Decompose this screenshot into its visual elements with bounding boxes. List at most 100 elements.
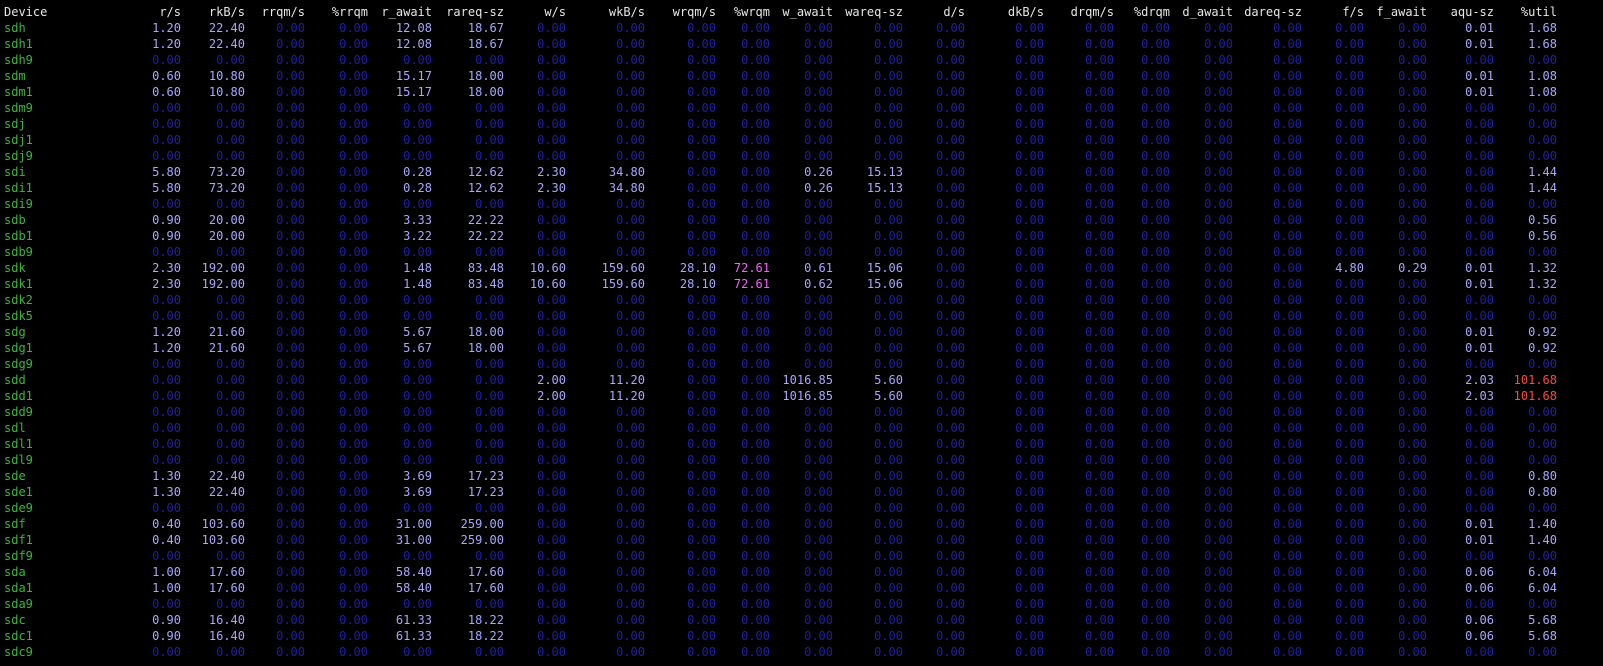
cell-drqm-per-s: 0.00 bbox=[1085, 581, 1114, 595]
cell-d-await: 0.00 bbox=[1204, 213, 1233, 227]
cell-d-await: 0.00 bbox=[1204, 581, 1233, 595]
cell-f-per-s: 0.00 bbox=[1335, 149, 1364, 163]
cell-w-per-s: 0.00 bbox=[537, 133, 566, 147]
cell-pct-wrqm: 72.61 bbox=[733, 261, 770, 275]
cell-w-per-s: 0.00 bbox=[537, 21, 566, 35]
device-name: sdi bbox=[4, 165, 26, 179]
cell-d-per-s: 0.00 bbox=[936, 421, 965, 435]
cell-rareq-sz: 0.00 bbox=[475, 549, 504, 563]
cell-d-per-s: 0.00 bbox=[936, 277, 965, 291]
cell-rareq-sz: 0.00 bbox=[475, 501, 504, 515]
cell-aqu-sz: 0.01 bbox=[1465, 69, 1494, 83]
cell-pct-wrqm: 0.00 bbox=[741, 373, 770, 387]
header-wareq-sz: wareq-sz bbox=[845, 5, 903, 19]
cell-wkb-per-s: 0.00 bbox=[616, 101, 645, 115]
cell-d-await: 0.00 bbox=[1204, 117, 1233, 131]
cell-w-await: 0.00 bbox=[804, 101, 833, 115]
cell-rkb-per-s: 0.00 bbox=[216, 293, 245, 307]
cell-wkb-per-s: 0.00 bbox=[616, 117, 645, 131]
cell-f-await: 0.00 bbox=[1398, 69, 1427, 83]
cell-w-await: 0.61 bbox=[804, 261, 833, 275]
cell-rareq-sz: 22.22 bbox=[467, 229, 504, 243]
header-pct-drqm: %drqm bbox=[1133, 5, 1170, 19]
cell-pct-drqm: 0.00 bbox=[1141, 309, 1170, 323]
cell-w-per-s: 2.30 bbox=[537, 181, 566, 195]
cell-rkb-per-s: 0.00 bbox=[216, 53, 245, 67]
cell-pct-wrqm: 0.00 bbox=[741, 485, 770, 499]
cell-d-per-s: 0.00 bbox=[936, 453, 965, 467]
cell-d-await: 0.00 bbox=[1204, 149, 1233, 163]
cell-dareq-sz: 0.00 bbox=[1273, 133, 1302, 147]
cell-w-await: 0.00 bbox=[804, 469, 833, 483]
cell-pct-rrqm: 0.00 bbox=[339, 325, 368, 339]
cell-dkb-per-s: 0.00 bbox=[1015, 117, 1044, 131]
cell-r-per-s: 2.30 bbox=[152, 261, 181, 275]
cell-wrqm-per-s: 0.00 bbox=[687, 453, 716, 467]
cell-f-await: 0.00 bbox=[1398, 213, 1427, 227]
cell-r-await: 15.17 bbox=[395, 69, 432, 83]
cell-pct-drqm: 0.00 bbox=[1141, 37, 1170, 51]
cell-pct-rrqm: 0.00 bbox=[339, 645, 368, 659]
cell-wrqm-per-s: 28.10 bbox=[679, 261, 716, 275]
cell-w-await: 0.00 bbox=[804, 549, 833, 563]
cell-r-per-s: 0.00 bbox=[152, 501, 181, 515]
device-row: sdm1 0.60 10.80 0.00 0.00 15.17 18.00 0.00 0.00 0… bbox=[0, 84, 1603, 100]
cell-pct-drqm: 0.00 bbox=[1141, 533, 1170, 547]
cell-rkb-per-s: 0.00 bbox=[216, 597, 245, 611]
cell-d-await: 0.00 bbox=[1204, 453, 1233, 467]
cell-w-per-s: 0.00 bbox=[537, 149, 566, 163]
iostat-terminal[interactable]: Device r/s rkB/s rrqm/s %rrqm r_await rareq-sz… bbox=[0, 0, 1603, 666]
cell-dareq-sz: 0.00 bbox=[1273, 149, 1302, 163]
cell-rrqm-per-s: 0.00 bbox=[276, 485, 305, 499]
cell-dareq-sz: 0.00 bbox=[1273, 293, 1302, 307]
cell-pct-rrqm: 0.00 bbox=[339, 181, 368, 195]
cell-pct-drqm: 0.00 bbox=[1141, 437, 1170, 451]
cell-wkb-per-s: 0.00 bbox=[616, 293, 645, 307]
cell-w-await: 0.26 bbox=[804, 181, 833, 195]
cell-pct-drqm: 0.00 bbox=[1141, 389, 1170, 403]
cell-f-per-s: 0.00 bbox=[1335, 245, 1364, 259]
cell-w-await: 0.00 bbox=[804, 325, 833, 339]
cell-rkb-per-s: 10.80 bbox=[208, 69, 245, 83]
header-w-per-s: w/s bbox=[544, 5, 566, 19]
cell-pct-util: 0.00 bbox=[1528, 133, 1557, 147]
cell-d-per-s: 0.00 bbox=[936, 309, 965, 323]
cell-wkb-per-s: 159.60 bbox=[601, 261, 645, 275]
cell-aqu-sz: 0.00 bbox=[1465, 197, 1494, 211]
cell-wareq-sz: 0.00 bbox=[874, 149, 903, 163]
cell-d-per-s: 0.00 bbox=[936, 213, 965, 227]
cell-rareq-sz: 83.48 bbox=[467, 261, 504, 275]
cell-r-per-s: 0.00 bbox=[152, 389, 181, 403]
cell-f-per-s: 0.00 bbox=[1335, 213, 1364, 227]
cell-w-per-s: 0.00 bbox=[537, 117, 566, 131]
cell-pct-rrqm: 0.00 bbox=[339, 421, 368, 435]
cell-rareq-sz: 0.00 bbox=[475, 117, 504, 131]
cell-r-per-s: 0.00 bbox=[152, 197, 181, 211]
cell-dkb-per-s: 0.00 bbox=[1015, 341, 1044, 355]
cell-dkb-per-s: 0.00 bbox=[1015, 213, 1044, 227]
device-name: sdl9 bbox=[4, 453, 33, 467]
cell-pct-util: 0.00 bbox=[1528, 101, 1557, 115]
cell-f-per-s: 0.00 bbox=[1335, 229, 1364, 243]
cell-rkb-per-s: 20.00 bbox=[208, 229, 245, 243]
cell-f-await: 0.00 bbox=[1398, 405, 1427, 419]
device-name: sdi9 bbox=[4, 197, 33, 211]
cell-wrqm-per-s: 0.00 bbox=[687, 117, 716, 131]
cell-rkb-per-s: 21.60 bbox=[208, 325, 245, 339]
cell-w-per-s: 0.00 bbox=[537, 565, 566, 579]
header-w-await: w_await bbox=[782, 5, 833, 19]
cell-pct-drqm: 0.00 bbox=[1141, 21, 1170, 35]
cell-pct-rrqm: 0.00 bbox=[339, 469, 368, 483]
cell-pct-util: 1.40 bbox=[1528, 533, 1557, 547]
cell-rareq-sz: 18.67 bbox=[467, 21, 504, 35]
cell-wareq-sz: 5.60 bbox=[874, 373, 903, 387]
cell-dareq-sz: 0.00 bbox=[1273, 21, 1302, 35]
cell-wareq-sz: 0.00 bbox=[874, 437, 903, 451]
cell-r-await: 12.08 bbox=[395, 21, 432, 35]
cell-dareq-sz: 0.00 bbox=[1273, 613, 1302, 627]
cell-rareq-sz: 18.00 bbox=[467, 85, 504, 99]
cell-w-await: 1016.85 bbox=[782, 389, 833, 403]
cell-rkb-per-s: 0.00 bbox=[216, 133, 245, 147]
cell-pct-wrqm: 0.00 bbox=[741, 149, 770, 163]
cell-wrqm-per-s: 0.00 bbox=[687, 421, 716, 435]
